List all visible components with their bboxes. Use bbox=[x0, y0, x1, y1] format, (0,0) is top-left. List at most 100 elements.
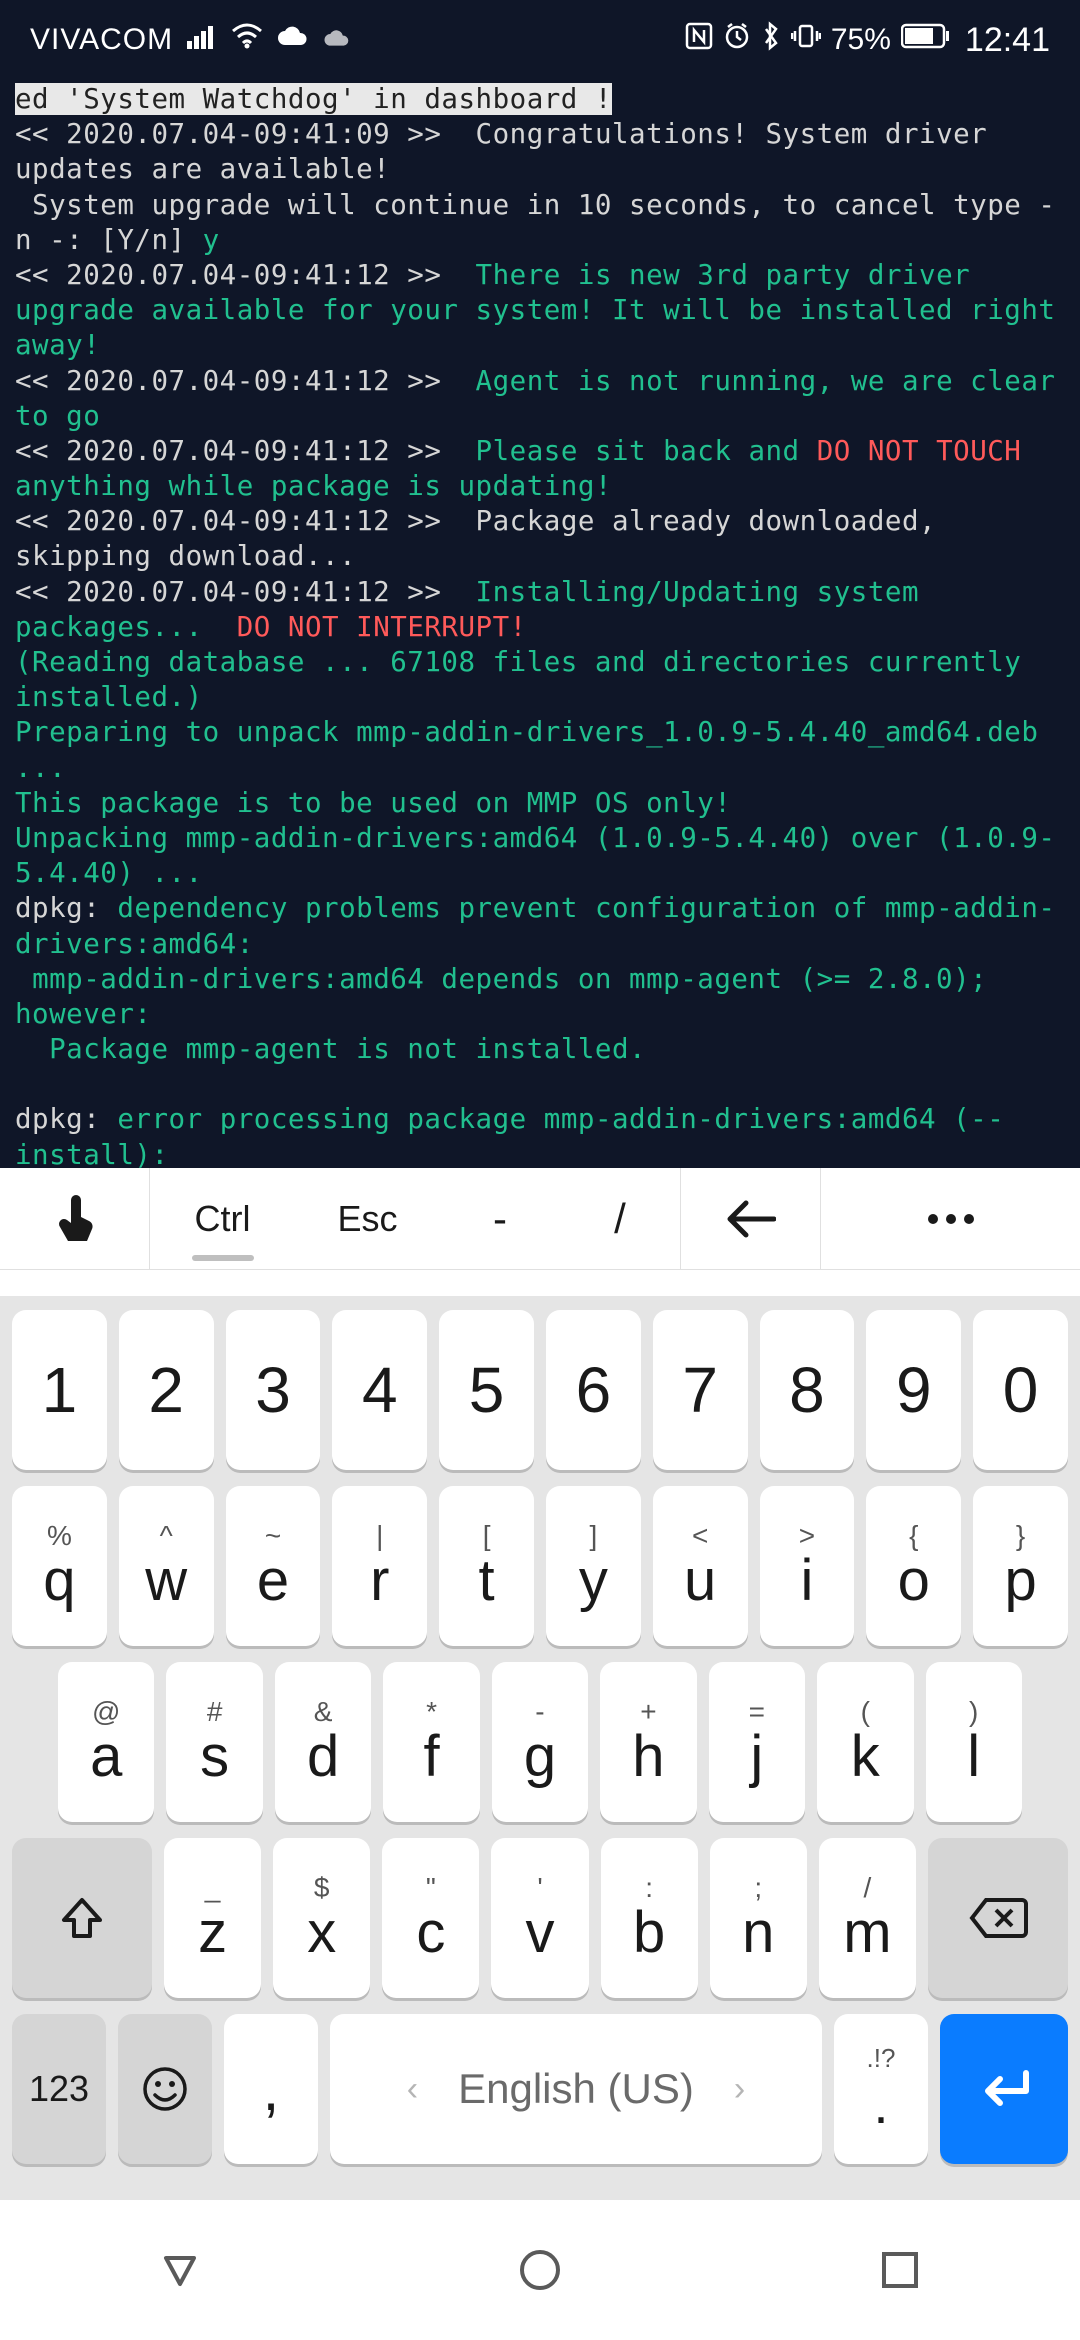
timestamp: << 2020.07.04-09:41:12 >> bbox=[15, 576, 441, 608]
key-0[interactable]: 0 bbox=[973, 1310, 1068, 1470]
key-h[interactable]: +h bbox=[600, 1662, 696, 1822]
key-symbol: ' bbox=[537, 1874, 542, 1902]
key-char: k bbox=[851, 1728, 880, 1786]
key-s[interactable]: #s bbox=[166, 1662, 262, 1822]
key-char: . bbox=[873, 2074, 888, 2136]
numeric-toggle-key[interactable]: 123 bbox=[12, 2014, 106, 2164]
terminal-line: Unpacking mmp-addin-drivers:amd64 (1.0.9… bbox=[15, 822, 1055, 889]
key-char: z bbox=[198, 1904, 227, 1962]
emoji-key[interactable] bbox=[118, 2014, 212, 2164]
key-symbol: | bbox=[376, 1522, 383, 1550]
key-o[interactable]: {o bbox=[866, 1486, 961, 1646]
key-f[interactable]: *f bbox=[383, 1662, 479, 1822]
battery-percent: 75% bbox=[831, 23, 891, 57]
terminal-line: Please sit back and bbox=[476, 435, 800, 467]
key-char: s bbox=[200, 1728, 229, 1786]
key-symbol: ^ bbox=[160, 1522, 173, 1550]
key-v[interactable]: 'v bbox=[491, 1838, 588, 1998]
key-q[interactable]: %q bbox=[12, 1486, 107, 1646]
key-c[interactable]: "c bbox=[382, 1838, 479, 1998]
keyboard-row-qwerty: %q^w~e|r[t]y<u>i{o}p bbox=[12, 1486, 1068, 1646]
key-6[interactable]: 6 bbox=[546, 1310, 641, 1470]
back-arrow-button[interactable] bbox=[680, 1168, 820, 1269]
key-char: c bbox=[416, 1904, 445, 1962]
key-n[interactable]: ;n bbox=[710, 1838, 807, 1998]
terminal-line: ed 'System Watchdog' in dashboard ! bbox=[15, 83, 612, 115]
timestamp: << 2020.07.04-09:41:12 >> bbox=[15, 505, 441, 537]
carrier-label: VIVACOM bbox=[30, 23, 173, 57]
terminal-toolbar: Ctrl Esc - / bbox=[0, 1168, 1080, 1270]
space-key[interactable]: ‹ English (US) › bbox=[330, 2014, 822, 2164]
key-symbol: $ bbox=[314, 1874, 330, 1902]
chevron-right-icon: › bbox=[734, 2070, 745, 2109]
nav-back-button[interactable] bbox=[153, 2243, 207, 2297]
key-g[interactable]: -g bbox=[492, 1662, 588, 1822]
key-l[interactable]: )l bbox=[926, 1662, 1022, 1822]
key-char: g bbox=[524, 1728, 556, 1786]
slash-key-button[interactable]: / bbox=[560, 1168, 680, 1269]
more-button[interactable] bbox=[820, 1168, 1080, 1269]
wifi-icon bbox=[231, 23, 263, 57]
key-symbol: = bbox=[749, 1698, 765, 1726]
bluetooth-icon bbox=[761, 21, 781, 59]
key-symbol: @ bbox=[92, 1698, 120, 1726]
key-symbol: ( bbox=[861, 1698, 870, 1726]
key-r[interactable]: |r bbox=[332, 1486, 427, 1646]
terminal-line: mmp-addin-drivers:amd64 depends on mmp-a… bbox=[15, 963, 987, 1030]
period-key[interactable]: .!? . bbox=[834, 2014, 928, 2164]
key-symbol: .!? bbox=[867, 2043, 896, 2074]
status-bar: VIVACOM 75% 12:41 bbox=[0, 0, 1080, 80]
esc-key-button[interactable]: Esc bbox=[295, 1168, 440, 1269]
shift-key[interactable] bbox=[12, 1838, 152, 1998]
key-char: u bbox=[684, 1552, 716, 1610]
key-1[interactable]: 1 bbox=[12, 1310, 107, 1470]
terminal-line: This package is to be used on MMP OS onl… bbox=[15, 787, 731, 819]
key-9[interactable]: 9 bbox=[866, 1310, 961, 1470]
key-z[interactable]: _z bbox=[164, 1838, 261, 1998]
terminal-line: (Reading database ... 67108 files and di… bbox=[15, 646, 1021, 713]
timestamp: << 2020.07.04-09:41:12 >> bbox=[15, 259, 441, 291]
key-k[interactable]: (k bbox=[817, 1662, 913, 1822]
backspace-key[interactable] bbox=[928, 1838, 1068, 1998]
keyboard-row-asdf: @a#s&d*f-g+h=j(k)l bbox=[12, 1662, 1068, 1822]
key-e[interactable]: ~e bbox=[226, 1486, 321, 1646]
key-symbol: " bbox=[426, 1874, 436, 1902]
key-symbol: ] bbox=[589, 1522, 597, 1550]
ctrl-key-button[interactable]: Ctrl bbox=[150, 1168, 295, 1269]
key-d[interactable]: &d bbox=[275, 1662, 371, 1822]
key-4[interactable]: 4 bbox=[332, 1310, 427, 1470]
key-char: i bbox=[801, 1552, 814, 1610]
key-char: v bbox=[525, 1904, 554, 1962]
key-p[interactable]: }p bbox=[973, 1486, 1068, 1646]
key-u[interactable]: <u bbox=[653, 1486, 748, 1646]
key-3[interactable]: 3 bbox=[226, 1310, 321, 1470]
terminal-warning: DO NOT INTERRUPT! bbox=[237, 611, 527, 643]
touch-mode-button[interactable] bbox=[0, 1168, 150, 1269]
soft-keyboard: 1234567890 %q^w~e|r[t]y<u>i{o}p @a#s&d*f… bbox=[0, 1296, 1080, 2200]
android-navbar bbox=[0, 2200, 1080, 2340]
comma-key[interactable]: , bbox=[224, 2014, 318, 2164]
key-5[interactable]: 5 bbox=[439, 1310, 534, 1470]
key-7[interactable]: 7 bbox=[653, 1310, 748, 1470]
key-i[interactable]: >i bbox=[760, 1486, 855, 1646]
key-2[interactable]: 2 bbox=[119, 1310, 214, 1470]
key-symbol: - bbox=[535, 1698, 544, 1726]
key-y[interactable]: ]y bbox=[546, 1486, 641, 1646]
key-x[interactable]: $x bbox=[273, 1838, 370, 1998]
key-w[interactable]: ^w bbox=[119, 1486, 214, 1646]
enter-key[interactable] bbox=[940, 2014, 1068, 2164]
dash-key-button[interactable]: - bbox=[440, 1168, 560, 1269]
terminal-line: Preparing to unpack mmp-addin-drivers_1.… bbox=[15, 716, 1038, 783]
key-8[interactable]: 8 bbox=[760, 1310, 855, 1470]
nav-home-button[interactable] bbox=[513, 2243, 567, 2297]
key-m[interactable]: /m bbox=[819, 1838, 916, 1998]
key-a[interactable]: @a bbox=[58, 1662, 154, 1822]
key-j[interactable]: =j bbox=[709, 1662, 805, 1822]
key-t[interactable]: [t bbox=[439, 1486, 534, 1646]
key-b[interactable]: :b bbox=[601, 1838, 698, 1998]
keyboard-row-numbers: 1234567890 bbox=[12, 1310, 1068, 1470]
key-symbol: ~ bbox=[265, 1522, 281, 1550]
key-char: w bbox=[145, 1552, 187, 1610]
key-char: l bbox=[967, 1728, 980, 1786]
nav-recent-button[interactable] bbox=[873, 2243, 927, 2297]
